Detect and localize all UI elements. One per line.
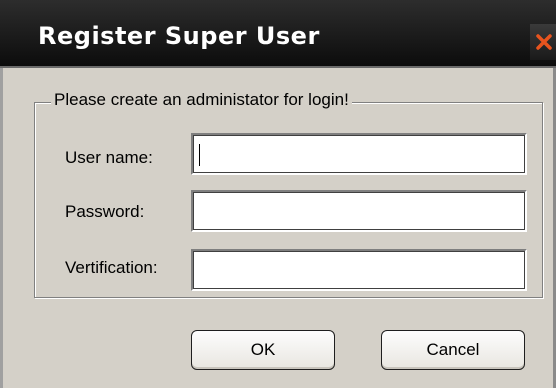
register-super-user-dialog: Register Super User Please create an adm…	[0, 0, 556, 388]
close-button[interactable]	[530, 24, 556, 60]
window-title: Register Super User	[38, 22, 320, 50]
user-name-input[interactable]	[191, 133, 527, 175]
user-name-label: User name:	[65, 148, 153, 167]
text-caret	[199, 144, 200, 166]
verification-input[interactable]	[191, 249, 527, 291]
title-bar[interactable]: Register Super User	[0, 0, 556, 68]
cancel-button[interactable]: Cancel	[381, 330, 525, 370]
password-label: Password:	[65, 202, 145, 221]
verification-label: Vertification:	[65, 258, 158, 277]
close-icon	[536, 34, 552, 50]
dialog-body: Please create an administator for login!…	[0, 68, 556, 388]
password-input[interactable]	[191, 190, 527, 232]
groupbox-legend: Please create an administator for login!	[51, 90, 352, 110]
ok-button[interactable]: OK	[191, 330, 335, 370]
